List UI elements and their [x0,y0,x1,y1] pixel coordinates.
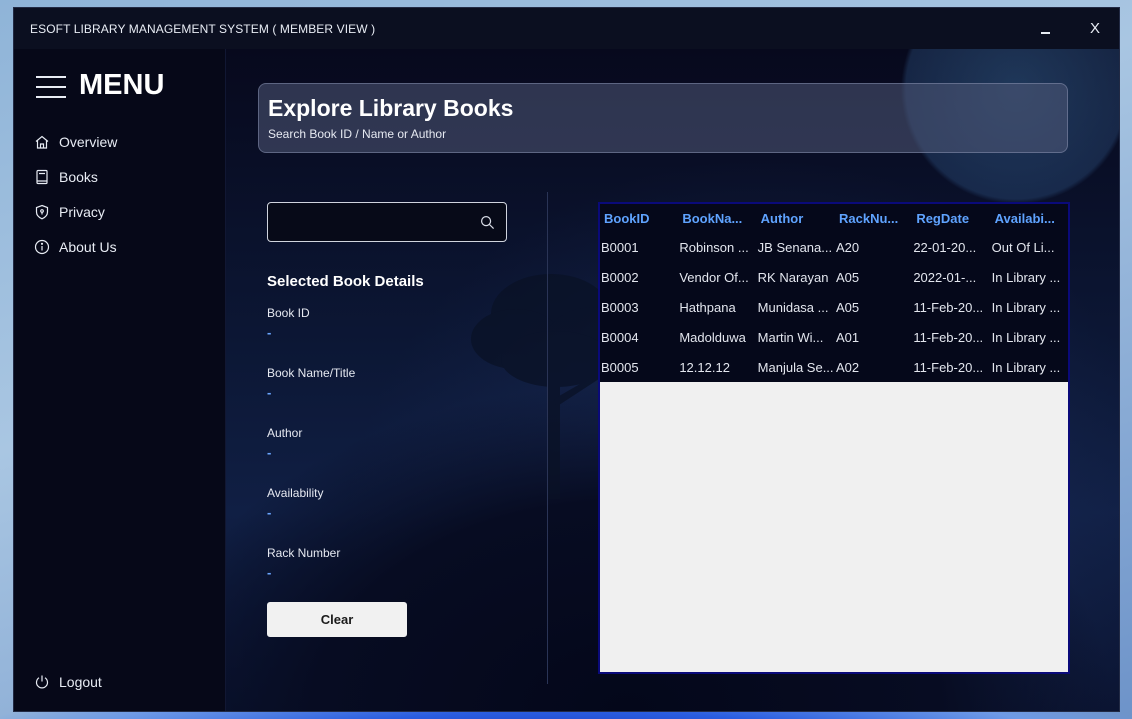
table-cell[interactable]: Martin Wi... [756,322,835,352]
info-icon [34,239,50,255]
rack-number-value: - [267,565,272,580]
table-cell[interactable]: Robinson ... [678,232,757,262]
sidebar-item-label: Books [59,169,98,185]
book-id-value: - [267,325,272,340]
sidebar-item-privacy[interactable]: Privacy [34,200,214,224]
sidebar-item-label: Overview [59,134,118,150]
table-cell[interactable]: JB Senana... [756,232,835,262]
table-cell[interactable]: Madolduwa [678,322,757,352]
table-cell[interactable]: A05 [834,292,913,322]
table-cell[interactable]: B0001 [600,232,679,262]
author-value: - [267,445,272,460]
availability-value: - [267,505,272,520]
vertical-divider [547,192,548,684]
table-cell[interactable]: B0004 [600,322,679,352]
table-cell[interactable]: In Library ... [990,262,1068,292]
menu-title: MENU [79,69,165,101]
table-cell[interactable]: A02 [834,352,913,382]
selected-book-details-heading: Selected Book Details [267,273,424,290]
book-name-label: Book Name/Title [267,366,356,380]
logout-label: Logout [59,674,102,690]
page-subtitle: Search Book ID / Name or Author [268,127,447,141]
table-cell[interactable]: Manjula Se... [756,352,835,382]
table-row[interactable]: B0003 Hathpana Munidasa ... A05 11-Feb-2… [600,292,1068,322]
logout-button[interactable]: Logout [34,670,214,694]
table-row[interactable]: B0005 12.12.12 Manjula Se... A02 11-Feb-… [600,352,1068,382]
sidebar-item-label: About Us [59,239,117,255]
table-cell[interactable]: In Library ... [990,322,1068,352]
column-header-availability[interactable]: Availabi... [990,204,1068,232]
app-window: ESOFT LIBRARY MANAGEMENT SYSTEM ( MEMBER… [14,8,1119,711]
table-row[interactable]: B0001 Robinson ... JB Senana... A20 22-0… [600,232,1068,262]
table-cell[interactable]: 22-01-20... [912,232,991,262]
table-cell[interactable]: B0002 [600,262,679,292]
table-cell[interactable]: B0003 [600,292,679,322]
table-cell[interactable]: 11-Feb-20... [912,292,991,322]
table-cell[interactable]: A01 [834,322,913,352]
book-name-value: - [267,385,272,400]
author-label: Author [267,426,303,440]
title-bar: ESOFT LIBRARY MANAGEMENT SYSTEM ( MEMBER… [14,8,1119,49]
table-cell[interactable]: Munidasa ... [756,292,835,322]
minimize-icon [1040,32,1050,34]
search-field[interactable] [267,202,507,242]
window-title: ESOFT LIBRARY MANAGEMENT SYSTEM ( MEMBER… [30,22,376,36]
search-icon[interactable] [480,215,495,230]
book-id-label: Book ID [267,306,310,320]
column-header-bookname[interactable]: BookNa... [678,204,757,232]
table-cell[interactable]: Vendor Of... [678,262,757,292]
table-cell[interactable]: In Library ... [990,292,1068,322]
table-cell[interactable]: 11-Feb-20... [912,352,991,382]
home-icon [35,135,49,149]
table-row[interactable]: B0002 Vendor Of... RK Narayan A05 2022-0… [600,262,1068,292]
column-header-regdate[interactable]: RegDate [912,204,991,232]
column-header-author[interactable]: Author [756,204,835,232]
table-cell[interactable]: 11-Feb-20... [912,322,991,352]
close-button[interactable]: X [1082,16,1108,42]
rack-number-label: Rack Number [267,546,341,560]
hamburger-menu-icon[interactable] [36,76,66,98]
sidebar: MENU Overview Books Privacy About Us Log… [14,49,226,711]
table-row[interactable]: B0004 Madolduwa Martin Wi... A01 11-Feb-… [600,322,1068,352]
table-cell[interactable]: Hathpana [678,292,757,322]
sidebar-item-label: Privacy [59,204,105,220]
search-input[interactable] [276,211,470,233]
table-cell[interactable]: 2022-01-... [912,262,991,292]
clear-button[interactable]: Clear [267,602,407,637]
table-cell[interactable]: A20 [834,232,913,262]
sidebar-item-overview[interactable]: Overview [34,130,214,154]
page-title: Explore Library Books [268,95,514,121]
sidebar-item-about-us[interactable]: About Us [34,235,214,259]
table-cell[interactable]: In Library ... [990,352,1068,382]
table-cell[interactable]: 12.12.12 [678,352,757,382]
table-cell[interactable]: A05 [834,262,913,292]
sidebar-item-books[interactable]: Books [34,165,214,189]
books-table[interactable]: BookID BookNa... Author RackNu... RegDat… [598,202,1070,674]
main-content: Explore Library Books Search Book ID / N… [226,49,1119,711]
book-icon [36,169,48,185]
header-card: Explore Library Books Search Book ID / N… [258,83,1068,153]
table-cell[interactable]: Out Of Li... [990,232,1068,262]
table-header-row: BookID BookNa... Author RackNu... RegDat… [600,204,1068,232]
column-header-bookid[interactable]: BookID [600,204,679,232]
column-header-racknumber[interactable]: RackNu... [834,204,913,232]
minimize-button[interactable] [1032,16,1058,42]
power-icon [35,675,49,689]
availability-label: Availability [267,486,324,500]
table-cell[interactable]: B0005 [600,352,679,382]
shield-icon [35,204,49,220]
table-cell[interactable]: RK Narayan [756,262,835,292]
